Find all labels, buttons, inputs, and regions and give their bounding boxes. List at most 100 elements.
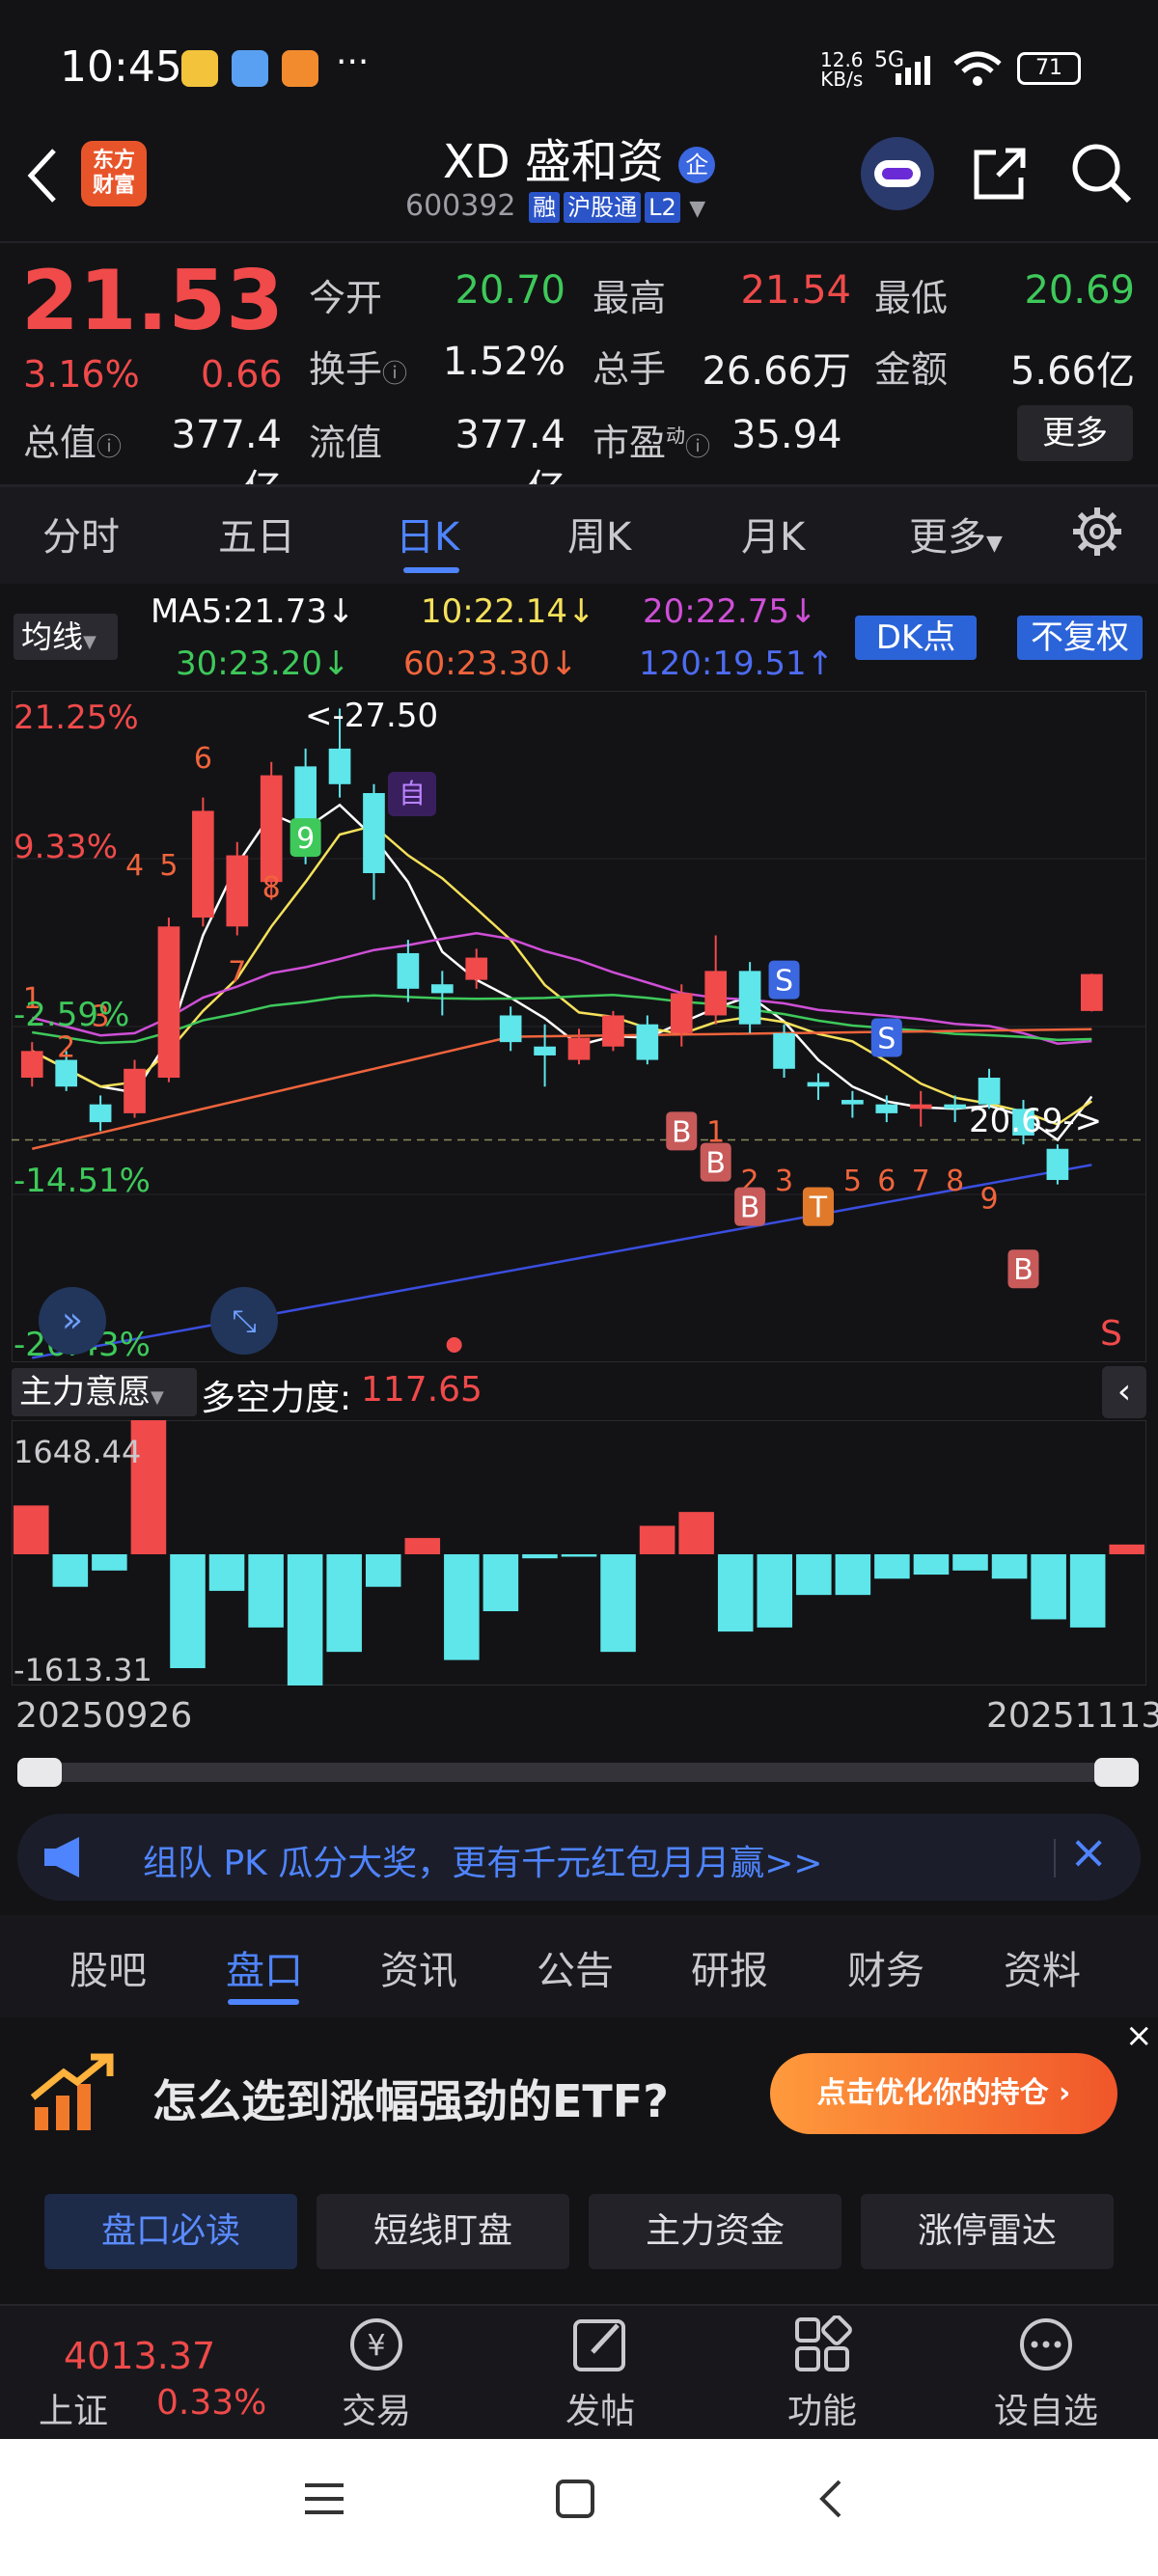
indicator-bar (365, 1553, 401, 1587)
segment-short-term[interactable]: 短线盯盘 (317, 2194, 569, 2269)
nav-trade-label: 交易 (341, 2392, 411, 2431)
ma-selector-label: 均线 (21, 618, 84, 655)
nav-trade[interactable]: ¥ 交易 (318, 2316, 434, 2433)
index-percent: 0.33% (156, 2383, 267, 2423)
close-icon[interactable]: × (1069, 1825, 1108, 1879)
indicator-bar (874, 1553, 910, 1579)
tab-intraday[interactable]: 分时 (42, 506, 120, 562)
open-value: 20.70 (455, 268, 565, 313)
robot-assistant-icon[interactable] (861, 137, 934, 210)
dk-point-button[interactable]: DK点 (855, 616, 977, 660)
indicator-bar (248, 1553, 284, 1628)
expand-sidebar-icon[interactable]: » (39, 1287, 106, 1355)
nav-add-watchlist-label: 设自选 (993, 2392, 1098, 2431)
stock-code-line[interactable]: 600392 融沪股通 L2 ▼ (405, 189, 705, 223)
ma-selector[interactable]: 均线▼ (14, 614, 118, 660)
ma5-value: MA5:21.73↓ (151, 592, 355, 631)
settings-gear-icon[interactable] (1071, 506, 1123, 558)
range-slider-left-handle[interactable] (17, 1758, 62, 1787)
adjust-mode-button[interactable]: 不复权 (1017, 616, 1143, 660)
search-icon[interactable] (1069, 141, 1133, 205)
tab-5day[interactable]: 五日 (218, 506, 295, 562)
indicator-bar (444, 1553, 480, 1660)
margin-tag: 融 (529, 192, 561, 223)
chevron-down-icon: ▼ (986, 532, 1003, 556)
indicator-bar (170, 1553, 206, 1669)
indicator-min-label: -1613.31 (14, 1652, 152, 1688)
megaphone-icon (44, 1837, 79, 1877)
index-ticker[interactable]: 4013.37 上证 0.33% (0, 2300, 266, 2439)
nav-post[interactable]: 发帖 (542, 2316, 658, 2433)
divider (0, 241, 1158, 243)
segment-must-read[interactable]: 盘口必读 (44, 2194, 297, 2269)
menu-icon[interactable] (303, 2478, 345, 2520)
nav-add-watchlist[interactable]: 设自选 (988, 2316, 1104, 2433)
indicator-bar (326, 1553, 362, 1653)
active-tab-indicator (228, 1999, 299, 2005)
tab-weekly-k[interactable]: 周K (567, 506, 631, 562)
collapse-panel-icon[interactable]: ‹ (1102, 1366, 1146, 1418)
tab-financials[interactable]: 财务 (847, 1939, 924, 1995)
turnover-label: 换手ⓘ (309, 340, 407, 393)
ma120-text: 120:19.51 (639, 644, 807, 683)
stock-code: 600392 (405, 189, 516, 223)
buy-signal-badge-text: B (705, 1147, 726, 1181)
indicator-bar (1109, 1544, 1144, 1554)
enterprise-badge: 企 (678, 147, 716, 183)
indicator-name: 多空力度: (201, 1379, 352, 1418)
candle-body (636, 1024, 659, 1060)
promo-text: 组队 PK 瓜分大奖，更有千元红包月月赢>> (143, 1844, 823, 1883)
tab-order-book[interactable]: 盘口 (226, 1939, 303, 1995)
segment-limit-up-radar[interactable]: 涨停雷达 (861, 2194, 1114, 2269)
high-marker-label: <-27.50 (305, 697, 439, 735)
info-icon[interactable]: ⓘ (382, 360, 407, 389)
indicator-bar (14, 1505, 49, 1554)
tab-forum[interactable]: 股吧 (69, 1939, 147, 1995)
low-value: 20.69 (1024, 268, 1135, 313)
level2-tag: L2 (645, 192, 680, 223)
info-icon[interactable]: ⓘ (685, 433, 710, 462)
info-icon[interactable]: ⓘ (96, 433, 122, 462)
tab-daily-k[interactable]: 日K (396, 506, 459, 562)
tab-announcements[interactable]: 公告 (537, 1939, 614, 1995)
candle-body (397, 952, 420, 989)
candle-body (1046, 1148, 1069, 1181)
segment-main-capital[interactable]: 主力资金 (589, 2194, 841, 2269)
back-icon[interactable] (811, 2478, 853, 2520)
turnover-value: 1.52% (442, 340, 565, 384)
range-slider-track[interactable] (17, 1763, 1139, 1782)
promo-banner[interactable]: 组队 PK 瓜分大奖，更有千元红包月月赢>> × (17, 1814, 1141, 1901)
ma20-value: 20:22.75↓ (643, 592, 817, 631)
buy-sequence-number-text: 9 (296, 822, 315, 856)
close-ad-icon[interactable]: × (1125, 2016, 1153, 2055)
tab-profile[interactable]: 资料 (1004, 1939, 1081, 1995)
candle-body (89, 1104, 112, 1123)
share-icon[interactable] (969, 143, 1031, 205)
trade-yen-icon: ¥ (350, 2318, 402, 2370)
home-icon[interactable] (554, 2478, 596, 2520)
indicator-bar (991, 1553, 1028, 1579)
mktcap-label-text: 总值 (23, 422, 97, 464)
nav-functions[interactable]: 功能 (764, 2315, 880, 2433)
ma20-line (31, 931, 1092, 1046)
tab-research[interactable]: 研报 (691, 1939, 768, 1995)
candlestick-chart[interactable]: 123456789123456789BBBBBSST (12, 691, 1146, 1362)
optimize-holdings-button[interactable]: 点击优化你的持仓 › (770, 2053, 1117, 2134)
tab-more[interactable]: 更多▼ (909, 506, 1003, 562)
y-label-top: 21.25% (14, 699, 139, 737)
self-pick-marker[interactable]: 自 (388, 772, 436, 816)
fullscreen-icon[interactable]: ⤡ (210, 1287, 278, 1355)
tab-news[interactable]: 资讯 (380, 1939, 457, 1995)
candle-body (430, 984, 454, 994)
buy-sequence-number-text: 6 (194, 742, 212, 776)
range-slider-right-handle[interactable] (1094, 1758, 1139, 1787)
indicator-bar (92, 1553, 127, 1571)
candle-body (704, 971, 728, 1016)
candle-body (124, 1068, 146, 1113)
indicator-bar (796, 1553, 832, 1596)
indicator-bar-chart[interactable] (12, 1420, 1146, 1685)
tab-monthly-k[interactable]: 月K (741, 506, 805, 562)
sell-signal-badge-text: S (877, 1023, 896, 1056)
more-quote-button[interactable]: 更多 (1017, 405, 1133, 461)
indicator-selector[interactable]: 主力意愿▼ (12, 1368, 197, 1416)
